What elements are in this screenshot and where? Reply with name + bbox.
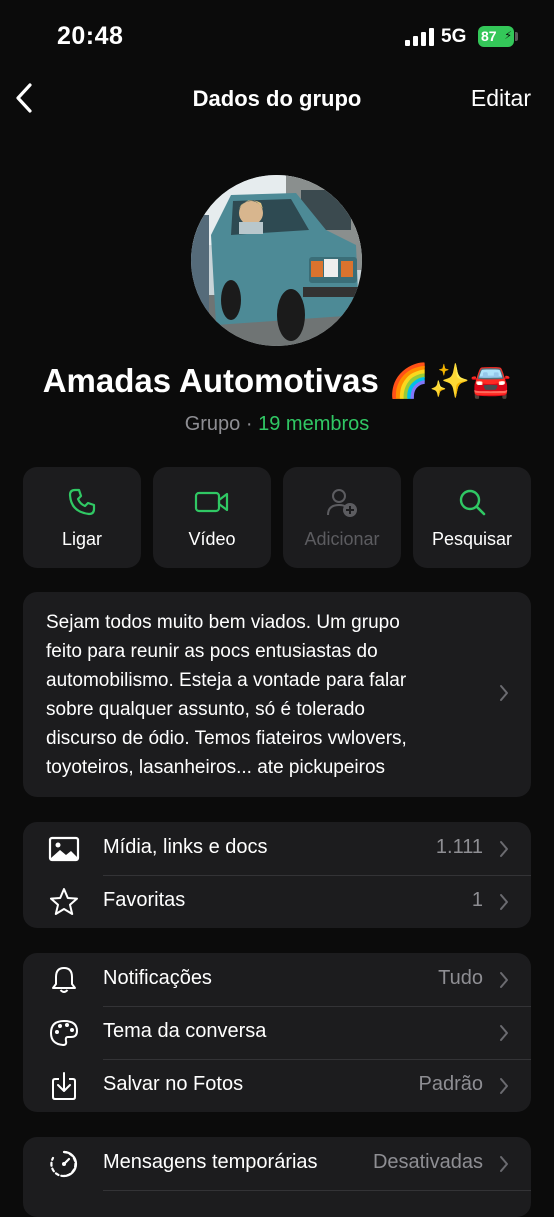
group-avatar[interactable]: [191, 175, 362, 346]
cellular-signal-icon: [405, 28, 434, 46]
bell-icon: [52, 967, 76, 993]
disappearing-section: Mensagens temporárias Desativadas: [23, 1137, 531, 1217]
chevron-right-icon: [500, 1025, 508, 1041]
battery-icon: 87 ⚡: [478, 26, 514, 47]
disappearing-messages-row[interactable]: Mensagens temporárias Desativadas: [23, 1137, 531, 1190]
add-member-button[interactable]: Adicionar: [283, 467, 401, 568]
description-line: discurso de ódio. Temos fiateiros vwlove…: [46, 728, 407, 749]
chat-theme-row[interactable]: Tema da conversa: [23, 1006, 531, 1059]
chat-theme-label: Tema da conversa: [103, 1020, 267, 1042]
description-line: feito para reunir as pocs entusiastas do: [46, 641, 378, 662]
timer-icon: [50, 1150, 78, 1178]
description-line: toyoteiros, lasanheiros... ate pickupeir…: [46, 757, 386, 778]
status-time: 20:48: [57, 22, 124, 50]
description-text: Sejam todos muito bem viados. Um grupo f…: [46, 608, 486, 782]
settings-section: Notificações Tudo Tema da conversa Salva…: [23, 953, 531, 1112]
add-member-label: Adicionar: [304, 529, 380, 549]
notifications-value: Tudo: [438, 967, 483, 989]
starred-label: Favoritas: [103, 889, 186, 911]
phone-icon: [68, 488, 96, 516]
battery-level: 87: [481, 28, 497, 44]
description-line: Sejam todos muito bem viados. Um grupo: [46, 612, 400, 633]
add-person-icon: [327, 489, 357, 517]
chevron-right-icon: [500, 894, 508, 910]
star-icon: [50, 888, 78, 915]
battery-tip: [515, 32, 518, 41]
member-count[interactable]: 19 membros: [258, 413, 369, 435]
group-photo: [191, 175, 362, 346]
media-count: 1.111: [435, 836, 483, 858]
media-links-docs-row[interactable]: Mídia, links e docs 1.111: [23, 822, 531, 875]
search-label: Pesquisar: [431, 529, 513, 549]
group-subtitle: Grupo · 19 membros: [0, 413, 554, 436]
search-button[interactable]: Pesquisar: [413, 467, 531, 568]
video-camera-icon: [194, 491, 229, 513]
edit-button[interactable]: Editar: [471, 85, 531, 112]
video-button[interactable]: Vídeo: [153, 467, 271, 568]
video-label: Vídeo: [188, 529, 236, 549]
group-name: Amadas Automotivas 🌈✨🚘: [42, 362, 512, 399]
palette-icon: [50, 1020, 78, 1046]
charging-bolt-icon: ⚡: [504, 30, 512, 42]
description-line: sobre qualquer assunto, só é tolerado: [46, 699, 365, 720]
save-to-photos-row[interactable]: Salvar no Fotos Padrão: [23, 1059, 531, 1112]
media-section: Mídia, links e docs 1.111 Favoritas 1: [23, 822, 531, 928]
chevron-right-icon: [500, 841, 508, 857]
group-type: Grupo: [184, 413, 241, 435]
media-label: Mídia, links e docs: [103, 836, 268, 858]
chevron-right-icon: [500, 972, 508, 988]
chevron-right-icon: [500, 1156, 508, 1172]
save-to-photos-value: Padrão: [418, 1073, 484, 1095]
photo-icon: [48, 836, 80, 862]
download-icon: [52, 1072, 76, 1100]
subtitle-separator: ·: [245, 413, 253, 435]
chevron-right-icon: [500, 685, 508, 701]
group-description[interactable]: Sejam todos muito bem viados. Um grupo f…: [23, 592, 531, 797]
notifications-row[interactable]: Notificações Tudo: [23, 953, 531, 1006]
call-button[interactable]: Ligar: [23, 467, 141, 568]
status-bar: 20:48 5G 87 ⚡: [0, 0, 554, 74]
search-icon: [459, 489, 486, 516]
description-line: automobilismo. Esteja a vontade para fal…: [46, 670, 407, 691]
disappearing-label: Mensagens temporárias: [103, 1151, 318, 1173]
call-label: Ligar: [61, 529, 103, 549]
save-to-photos-label: Salvar no Fotos: [103, 1073, 244, 1095]
notifications-label: Notificações: [103, 967, 212, 989]
starred-count: 1: [471, 889, 483, 911]
starred-row[interactable]: Favoritas 1: [23, 875, 531, 928]
disappearing-value: Desativadas: [372, 1151, 483, 1173]
divider: [103, 1190, 531, 1191]
chevron-right-icon: [500, 1078, 508, 1094]
network-type: 5G: [441, 26, 467, 47]
